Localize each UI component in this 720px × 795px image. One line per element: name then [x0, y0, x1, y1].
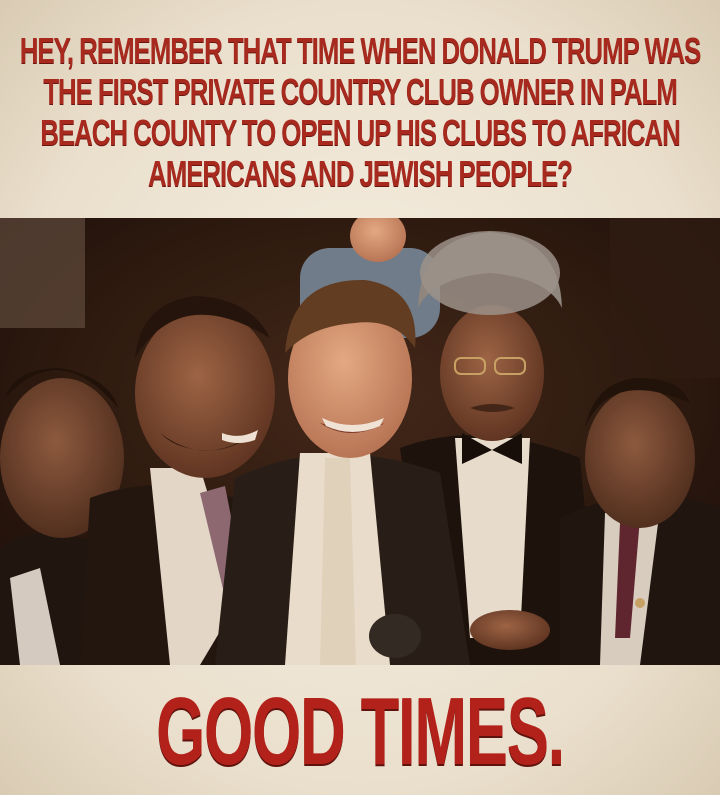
photo-tint — [0, 218, 720, 665]
bottom-caption: GOOD TIMES. — [0, 668, 720, 795]
top-caption-text: HEY, REMEMBER THAT TIME WHEN DONALD TRUM… — [19, 30, 702, 194]
group-photo — [0, 218, 720, 665]
meme-image: HEY, REMEMBER THAT TIME WHEN DONALD TRUM… — [0, 0, 720, 795]
top-caption: HEY, REMEMBER THAT TIME WHEN DONALD TRUM… — [0, 6, 720, 218]
bottom-caption-text: GOOD TIMES. — [156, 677, 565, 785]
photo-illustration — [0, 218, 720, 665]
